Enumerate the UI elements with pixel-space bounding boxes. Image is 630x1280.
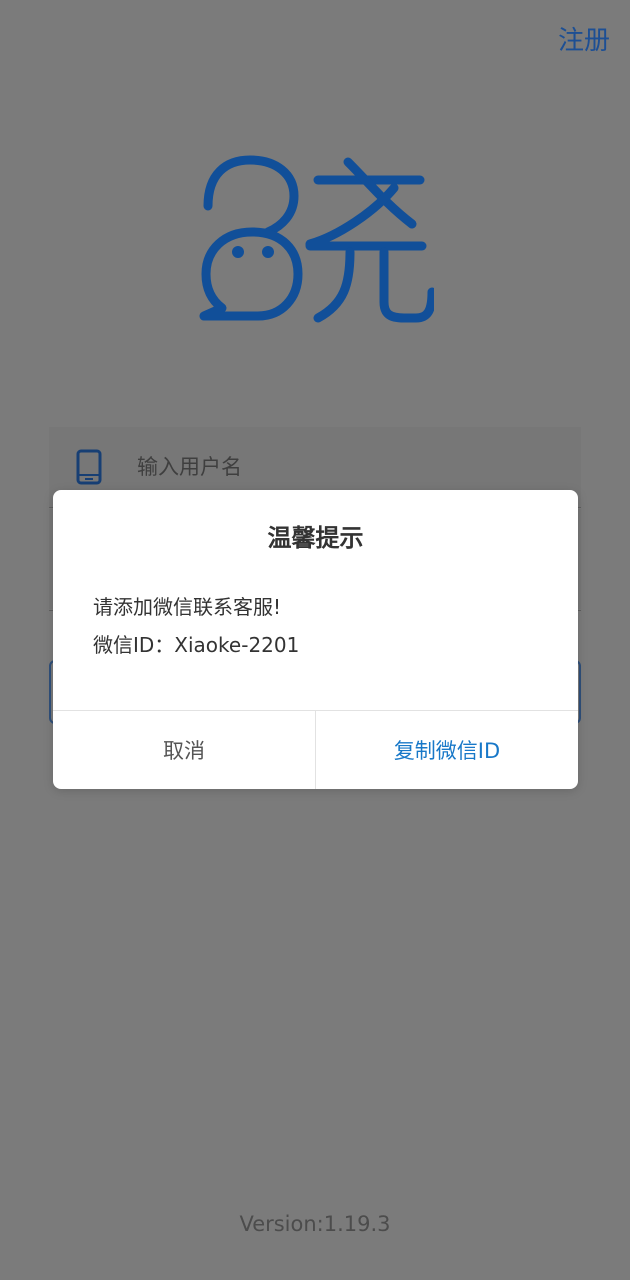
dialog-message: 请添加微信联系客服! 微信ID：Xiaoke-2201	[93, 588, 543, 664]
version-label: Version:1.19.3	[239, 1212, 391, 1236]
alert-dialog: 温馨提示 请添加微信联系客服! 微信ID：Xiaoke-2201 取消 复制微信…	[53, 490, 578, 789]
dialog-title: 温馨提示	[267, 524, 364, 552]
copy-wechat-id-button[interactable]: 复制微信ID	[316, 711, 578, 789]
dialog-wechat-id: 微信ID：Xiaoke-2201	[93, 633, 300, 657]
cancel-button[interactable]: 取消	[53, 711, 315, 789]
dialog-message-line: 请添加微信联系客服!	[93, 595, 282, 619]
